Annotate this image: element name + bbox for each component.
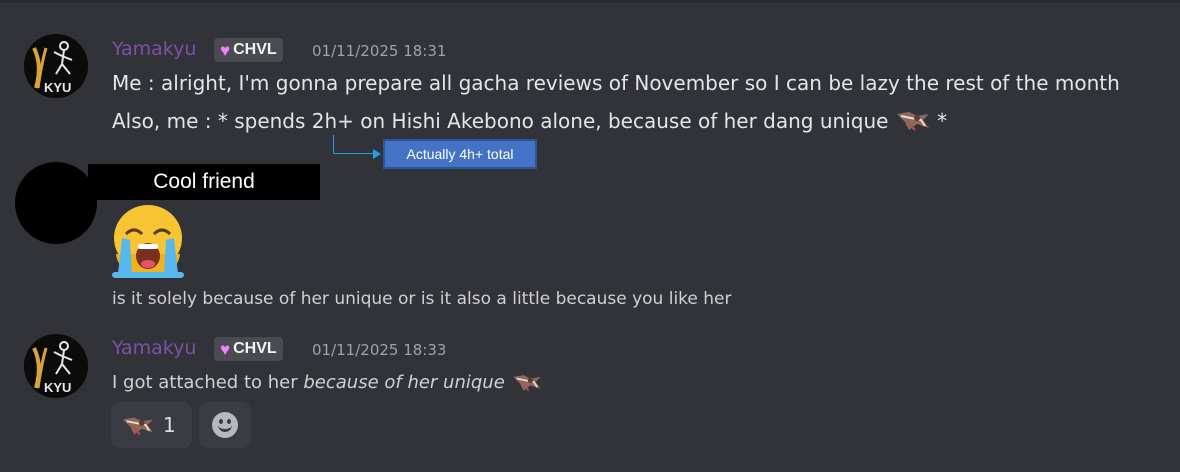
heart-icon: ♥ — [220, 40, 231, 60]
hishi-akebono-emote-icon — [121, 411, 155, 439]
message-line: is it solely because of her unique or is… — [112, 289, 732, 309]
loudly-crying-face-icon — [108, 204, 188, 278]
timestamp[interactable]: 01/11/2025 18:33 — [312, 341, 446, 359]
add-reaction-button[interactable] — [199, 402, 251, 448]
reaction-button[interactable]: 1 — [111, 402, 192, 448]
smiley-add-reaction-icon — [212, 412, 238, 438]
message-line: Also, me : * spends 2h+ on Hishi Akebono… — [112, 106, 947, 134]
callout-connector — [333, 135, 334, 153]
hishi-akebono-emote-icon[interactable] — [895, 106, 931, 134]
clan-tag-label: CHVL — [233, 340, 277, 357]
heart-icon: ♥ — [220, 339, 231, 359]
message-text: Also, me : * spends 2h+ on Hishi Akebono… — [112, 109, 889, 133]
redacted-avatar — [15, 162, 97, 244]
svg-text:KYU: KYU — [44, 80, 71, 95]
clan-tag-label: CHVL — [233, 41, 277, 58]
svg-text:KYU: KYU — [44, 380, 71, 395]
hishi-akebono-emote-icon[interactable] — [511, 370, 543, 394]
message-line: Me : alright, I'm gonna prepare all gach… — [112, 71, 1120, 95]
callout-arrow-icon — [373, 149, 381, 159]
top-bar-divider — [0, 0, 1180, 3]
reaction-count: 1 — [163, 413, 176, 437]
clan-tag[interactable]: ♥ CHVL — [214, 38, 283, 62]
timestamp[interactable]: 01/11/2025 18:31 — [312, 42, 446, 60]
username[interactable]: Yamakyu — [112, 38, 196, 60]
message-text: * — [937, 109, 948, 133]
redacted-username: Cool friend — [88, 164, 320, 200]
callout-annotation: Actually 4h+ total — [383, 139, 537, 169]
message-text: I got attached to her — [112, 372, 304, 393]
username[interactable]: Yamakyu — [112, 337, 196, 359]
callout-connector — [333, 153, 373, 154]
message-italic-text: because of her unique — [303, 372, 505, 393]
message-line: I got attached to her because of her uni… — [112, 370, 543, 394]
yamakyu-avatar-icon[interactable]: KYU — [24, 34, 88, 98]
clan-tag[interactable]: ♥ CHVL — [214, 337, 283, 361]
yamakyu-avatar-icon[interactable]: KYU — [24, 334, 88, 398]
